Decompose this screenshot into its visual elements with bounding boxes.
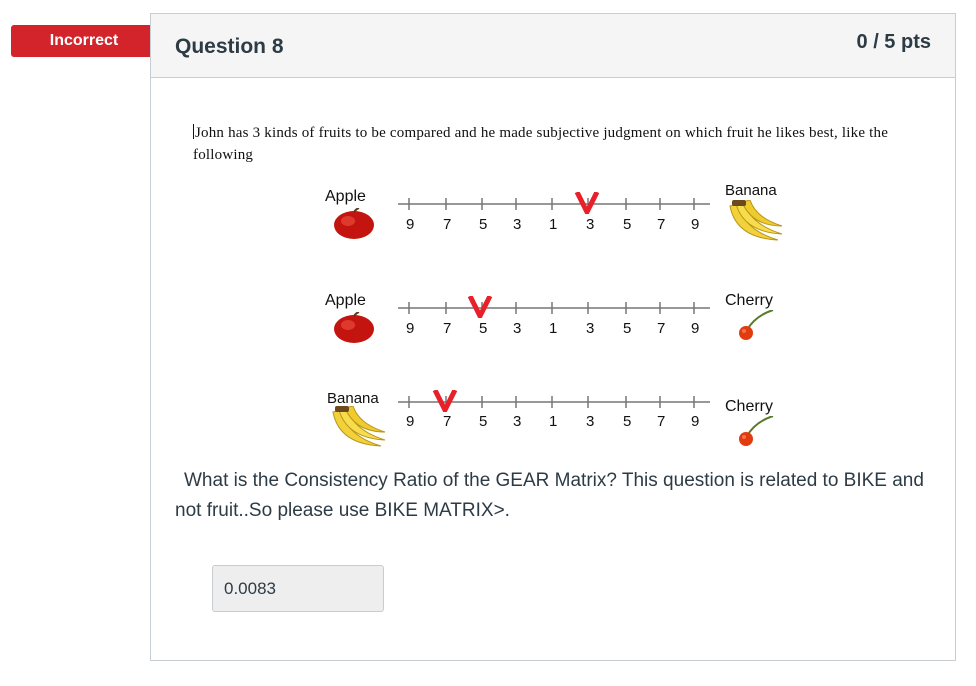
figure-intro-text: John has 3 kinds of fruits to be compare… bbox=[193, 124, 889, 163]
row3-left-label: Banana bbox=[327, 390, 379, 407]
row1-right-label: Banana bbox=[725, 182, 777, 199]
answer-value: 0.0083 bbox=[224, 579, 276, 598]
incorrect-badge: Incorrect bbox=[11, 25, 169, 57]
row3-right-label: Cherry bbox=[725, 398, 774, 415]
incorrect-label: Incorrect bbox=[49, 32, 119, 49]
answer-field[interactable]: 0.0083 bbox=[212, 565, 384, 612]
row1-left-label: Apple bbox=[325, 188, 366, 205]
question-header: Question 8 0 / 5 pts bbox=[151, 14, 955, 78]
row3-scale bbox=[398, 390, 710, 412]
row1-scale bbox=[398, 192, 710, 214]
question-prompt: What is the Consistency Ratio of the GEA… bbox=[175, 470, 924, 521]
question-points: 0 / 5 pts bbox=[856, 31, 931, 53]
banana-icon bbox=[329, 405, 387, 455]
cherry-icon bbox=[737, 309, 777, 347]
cherry-icon bbox=[737, 415, 777, 453]
apple-icon bbox=[331, 207, 377, 245]
apple-icon bbox=[331, 311, 377, 349]
question-title: Question 8 bbox=[175, 35, 284, 58]
row2-right-label: Cherry bbox=[725, 292, 774, 309]
row2-left-label: Apple bbox=[325, 292, 366, 309]
fruit-comparison-figure: John has 3 kinds of fruits to be compare… bbox=[193, 116, 933, 464]
banana-icon bbox=[726, 199, 784, 249]
row2-scale bbox=[398, 296, 710, 318]
